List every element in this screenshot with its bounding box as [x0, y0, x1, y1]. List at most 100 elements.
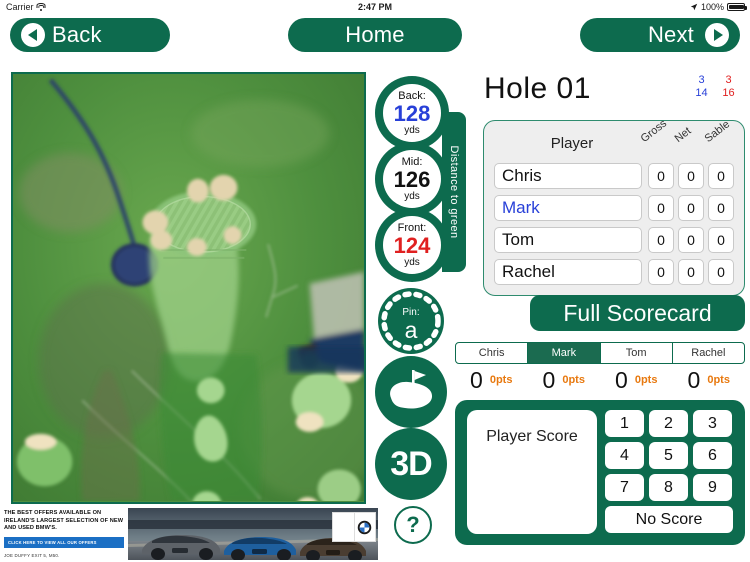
total-score: 0	[615, 366, 628, 393]
three-d-label: 3D	[390, 444, 432, 483]
chevron-right-icon	[705, 23, 729, 47]
hole-scores-panel: Player Gross Net Sable Chris 0 0 0 Mark …	[483, 117, 745, 296]
player-net-value[interactable]: 0	[678, 195, 704, 221]
key-5[interactable]: 5	[649, 442, 688, 469]
distance-mid-value: 126	[393, 166, 431, 192]
player-net-value[interactable]: 0	[678, 163, 704, 189]
keypad-row: 4 5 6	[605, 442, 733, 469]
player-stable-value[interactable]: 0	[708, 163, 734, 189]
tab-player-tom[interactable]: Tom	[601, 343, 673, 363]
home-button-label: Home	[345, 22, 405, 47]
next-button[interactable]: Next	[580, 18, 740, 52]
player-gross-value[interactable]: 0	[648, 195, 674, 221]
player-name-field[interactable]: Rachel	[494, 259, 642, 285]
distance-back-value: 128	[393, 100, 431, 126]
tab-player-mark[interactable]: Mark	[528, 343, 601, 363]
hole-par-index: 3 3 14 16	[688, 74, 742, 100]
player-name-field[interactable]: Mark	[494, 195, 642, 221]
advertisement-banner[interactable]: THE BEST OFFERS AVAILABLE ON IRELAND'S L…	[0, 506, 380, 562]
distance-front-indicator[interactable]: Front: 124 yds	[375, 208, 449, 282]
clock-label: 2:47 PM	[357, 2, 392, 12]
tab-player-chris[interactable]: Chris	[456, 343, 529, 363]
player-net-value[interactable]: 0	[678, 227, 704, 253]
chevron-left-icon	[21, 23, 45, 47]
player-name-field[interactable]: Tom	[494, 227, 642, 253]
total-points: 0pts	[562, 374, 585, 386]
help-button[interactable]: ?	[394, 506, 432, 544]
help-icon: ?	[406, 512, 420, 537]
distance-back-indicator[interactable]: Back: 128 yds	[375, 76, 449, 150]
green-view-button[interactable]	[375, 356, 447, 428]
column-header-gross: Gross	[638, 117, 670, 145]
golf-gps-screen: Carrier 2:47 PM 100% Back Home Next Back…	[0, 0, 750, 562]
scores-table-header: Player Gross Net Sable	[484, 117, 744, 159]
no-score-button[interactable]: No Score	[605, 506, 733, 533]
bmw-roundel-icon	[358, 520, 372, 534]
hole-par-blue: 3	[698, 74, 705, 86]
battery-percent-label: 100%	[700, 2, 724, 12]
distance-to-green-tab: Distance to green	[442, 112, 466, 272]
pin-position-button[interactable]: Pin: a	[378, 288, 444, 354]
hole-si-blue: 14	[695, 87, 708, 99]
key-8[interactable]: 8	[649, 474, 688, 501]
player-gross-value[interactable]: 0	[648, 227, 674, 253]
player-name-field[interactable]: Chris	[494, 163, 642, 189]
ad-cta-button[interactable]: CLICK HERE TO VIEW ALL OUR OFFERS	[4, 536, 124, 548]
key-2[interactable]: 2	[649, 410, 688, 437]
player-total-mark: 0 0pts	[528, 366, 601, 394]
key-9[interactable]: 9	[693, 474, 732, 501]
column-header-net: Net	[672, 125, 694, 145]
table-row[interactable]: Mark 0 0 0	[494, 195, 738, 222]
player-tab-bar: Chris Mark Tom Rachel	[455, 342, 745, 364]
player-score-display[interactable]: Player Score	[467, 410, 597, 534]
numeric-keys: 1 2 3 4 5 6 7 8 9 No Score	[605, 410, 733, 533]
top-navigation-bar: Back Home Next	[0, 15, 750, 57]
total-score: 0	[470, 366, 483, 393]
tab-player-rachel[interactable]: Rachel	[673, 343, 744, 363]
distance-to-green-label: Distance to green	[448, 145, 460, 239]
distance-front-value: 124	[393, 232, 431, 258]
hole-si-red: 16	[722, 87, 735, 99]
total-points: 0pts	[707, 374, 730, 386]
hole-par-red: 3	[725, 74, 732, 86]
hole-map[interactable]	[11, 72, 366, 504]
column-header-player: Player	[550, 135, 594, 152]
player-total-chris: 0 0pts	[455, 366, 528, 394]
keypad-row: 1 2 3	[605, 410, 733, 437]
key-3[interactable]: 3	[693, 410, 732, 437]
table-row[interactable]: Chris 0 0 0	[494, 163, 738, 190]
pin-dotted-ring-icon	[381, 291, 441, 351]
table-row[interactable]: Tom 0 0 0	[494, 227, 738, 254]
ad-headline: THE BEST OFFERS AVAILABLE ON IRELAND'S L…	[4, 510, 124, 531]
distance-back-unit: yds	[404, 124, 420, 136]
total-points: 0pts	[634, 374, 658, 386]
ad-footer-text: JOE DUFFY EXIT 5, M50.	[4, 552, 60, 558]
page-title: Hole 01	[484, 72, 591, 105]
player-stable-value[interactable]: 0	[708, 259, 734, 285]
key-1[interactable]: 1	[605, 410, 644, 437]
next-button-label: Next	[647, 22, 694, 47]
green-flag-icon	[390, 370, 433, 409]
key-6[interactable]: 6	[693, 442, 732, 469]
full-scorecard-button[interactable]: Full Scorecard	[530, 295, 745, 331]
back-button[interactable]: Back	[10, 18, 170, 52]
home-button[interactable]: Home	[288, 18, 462, 52]
player-gross-value[interactable]: 0	[648, 259, 674, 285]
player-net-value[interactable]: 0	[678, 259, 704, 285]
three-d-view-button[interactable]: 3D	[375, 428, 447, 500]
table-row[interactable]: Rachel 0 0 0	[494, 259, 738, 286]
distance-mid-unit: yds	[404, 190, 420, 202]
distance-mid-indicator[interactable]: Mid: 126 yds	[375, 142, 449, 216]
bmw-logo	[332, 512, 376, 542]
key-7[interactable]: 7	[605, 474, 644, 501]
keypad-row: 7 8 9	[605, 474, 733, 501]
total-score: 0	[687, 366, 701, 393]
player-total-rachel: 0 0pts	[673, 366, 746, 394]
player-stable-value[interactable]: 0	[708, 195, 734, 221]
back-button-label: Back	[52, 22, 102, 47]
player-gross-value[interactable]: 0	[648, 163, 674, 189]
player-totals-row: 0 0pts 0 0pts 0 0pts 0 0pts	[455, 366, 745, 394]
player-stable-value[interactable]: 0	[708, 227, 734, 253]
key-4[interactable]: 4	[605, 442, 644, 469]
distance-mid-label: Mid:	[401, 155, 423, 168]
